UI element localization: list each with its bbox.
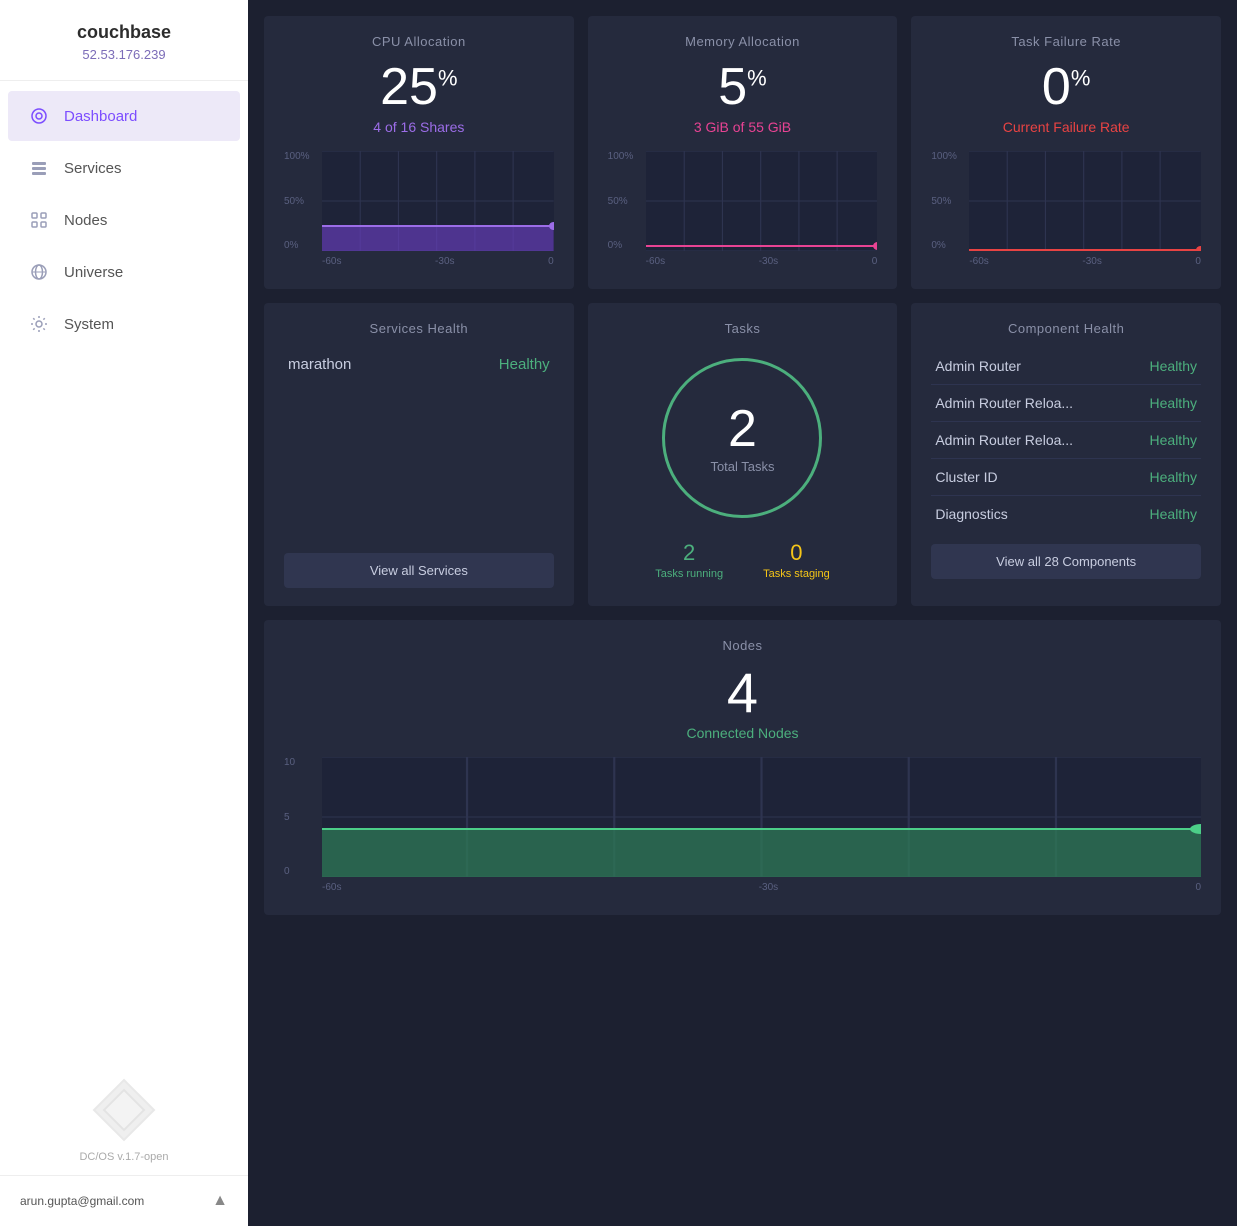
failure-title: Task Failure Rate: [931, 34, 1201, 49]
sidebar-label-universe: Universe: [64, 264, 123, 281]
cpu-value: 25%: [284, 61, 554, 113]
component-name-3: Admin Router Reloa...: [935, 432, 1073, 448]
component-status-3: Healthy: [1150, 432, 1197, 448]
dcos-logo: [89, 1075, 159, 1145]
cpu-subtitle: 4 of 16 Shares: [284, 119, 554, 135]
nodes-icon: [28, 209, 50, 231]
service-status: Healthy: [499, 356, 550, 373]
failure-subtitle: Current Failure Rate: [931, 119, 1201, 135]
memory-card: Memory Allocation 5% 3 GiB of 55 GiB 100…: [588, 16, 898, 289]
dcos-version: DC/OS v.1.7-open: [0, 1151, 248, 1175]
component-health-title: Component Health: [931, 321, 1201, 336]
component-name-2: Admin Router Reloa...: [935, 395, 1073, 411]
nodes-label: Connected Nodes: [284, 725, 1201, 741]
component-status-1: Healthy: [1150, 358, 1197, 374]
cpu-x-labels: -60s-30s0: [322, 251, 554, 271]
component-row: Admin Router Reloa... Healthy: [931, 385, 1201, 422]
sidebar-label-system: System: [64, 316, 114, 333]
sidebar-item-nodes[interactable]: Nodes: [8, 195, 240, 245]
cpu-chart: 100%50%0%: [284, 151, 554, 271]
dashboard-icon: [28, 105, 50, 127]
component-health-card: Component Health Admin Router Healthy Ad…: [911, 303, 1221, 606]
sidebar-nav: Dashboard Services: [0, 81, 248, 1075]
tasks-total-label: Total Tasks: [710, 459, 774, 474]
component-row: Diagnostics Healthy: [931, 496, 1201, 532]
cpu-y-labels: 100%50%0%: [284, 151, 322, 251]
component-row: Admin Router Reloa... Healthy: [931, 422, 1201, 459]
view-services-button[interactable]: View all Services: [284, 553, 554, 588]
nodes-canvas: [322, 757, 1201, 877]
sidebar-label-dashboard: Dashboard: [64, 108, 137, 125]
cpu-canvas: [322, 151, 554, 251]
sidebar-label-nodes: Nodes: [64, 212, 107, 229]
component-name-5: Diagnostics: [935, 506, 1007, 522]
sidebar: couchbase 52.53.176.239 Dashboard: [0, 0, 248, 1226]
failure-canvas: [969, 151, 1201, 251]
memory-y-labels: 100%50%0%: [608, 151, 646, 251]
component-status-2: Healthy: [1150, 395, 1197, 411]
nodes-card: Nodes 4 Connected Nodes 1050: [264, 620, 1221, 915]
tasks-staging-count: 0: [763, 540, 830, 566]
services-health-item: marathon Healthy: [284, 348, 554, 381]
sidebar-item-system[interactable]: System: [8, 299, 240, 349]
sidebar-header: couchbase 52.53.176.239: [0, 0, 248, 81]
failure-x-labels: -60s-30s0: [969, 251, 1201, 271]
failure-value: 0%: [931, 61, 1201, 113]
component-row: Admin Router Healthy: [931, 348, 1201, 385]
chevron-up-icon[interactable]: ▲: [212, 1192, 228, 1210]
memory-canvas: [646, 151, 878, 251]
memory-title: Memory Allocation: [608, 34, 878, 49]
nodes-count: 4: [284, 665, 1201, 721]
failure-chart: 100%50%0%: [931, 151, 1201, 271]
user-email: arun.gupta@gmail.com: [20, 1194, 144, 1208]
component-name-4: Cluster ID: [935, 469, 997, 485]
tasks-total-number: 2: [728, 403, 757, 455]
sidebar-item-dashboard[interactable]: Dashboard: [8, 91, 240, 141]
component-status-5: Healthy: [1150, 506, 1197, 522]
sidebar-footer: arun.gupta@gmail.com ▲: [0, 1175, 248, 1226]
cpu-card: CPU Allocation 25% 4 of 16 Shares 100%50…: [264, 16, 574, 289]
tasks-circle-area: 2 Total Tasks: [608, 348, 878, 528]
tasks-running-count: 2: [655, 540, 723, 566]
app-ip: 52.53.176.239: [20, 47, 228, 62]
sidebar-item-services[interactable]: Services: [8, 143, 240, 193]
system-icon: [28, 313, 50, 335]
service-name: marathon: [288, 356, 351, 373]
services-icon: [28, 157, 50, 179]
component-name-1: Admin Router: [935, 358, 1021, 374]
memory-chart: 100%50%0%: [608, 151, 878, 271]
nodes-chart: 1050: [284, 757, 1201, 897]
tasks-running-stat: 2 Tasks running: [655, 540, 723, 580]
nodes-title: Nodes: [284, 638, 1201, 653]
main-content: CPU Allocation 25% 4 of 16 Shares 100%50…: [248, 0, 1237, 1226]
health-row: Services Health marathon Healthy View al…: [264, 303, 1221, 606]
tasks-card: Tasks 2 Total Tasks 2 Tasks running 0 Ta…: [588, 303, 898, 606]
nodes-y-labels: 1050: [284, 757, 322, 877]
tasks-stats: 2 Tasks running 0 Tasks staging: [608, 540, 878, 588]
tasks-staging-stat: 0 Tasks staging: [763, 540, 830, 580]
failure-card: Task Failure Rate 0% Current Failure Rat…: [911, 16, 1221, 289]
component-row: Cluster ID Healthy: [931, 459, 1201, 496]
services-health-title: Services Health: [284, 321, 554, 336]
view-components-button[interactable]: View all 28 Components: [931, 544, 1201, 579]
tasks-staging-label: Tasks staging: [763, 568, 830, 580]
sidebar-label-services: Services: [64, 160, 122, 177]
tasks-running-label: Tasks running: [655, 568, 723, 580]
nodes-row: Nodes 4 Connected Nodes 1050: [264, 620, 1221, 915]
universe-icon: [28, 261, 50, 283]
nodes-x-labels: -60s-30s0: [322, 877, 1201, 897]
memory-x-labels: -60s-30s0: [646, 251, 878, 271]
memory-subtitle: 3 GiB of 55 GiB: [608, 119, 878, 135]
memory-value: 5%: [608, 61, 878, 113]
sidebar-item-universe[interactable]: Universe: [8, 247, 240, 297]
tasks-circle: 2 Total Tasks: [662, 358, 822, 518]
app-name: couchbase: [20, 22, 228, 43]
failure-y-labels: 100%50%0%: [931, 151, 969, 251]
metrics-row: CPU Allocation 25% 4 of 16 Shares 100%50…: [264, 16, 1221, 289]
cpu-title: CPU Allocation: [284, 34, 554, 49]
services-health-card: Services Health marathon Healthy View al…: [264, 303, 574, 606]
component-status-4: Healthy: [1150, 469, 1197, 485]
tasks-title: Tasks: [608, 321, 878, 336]
